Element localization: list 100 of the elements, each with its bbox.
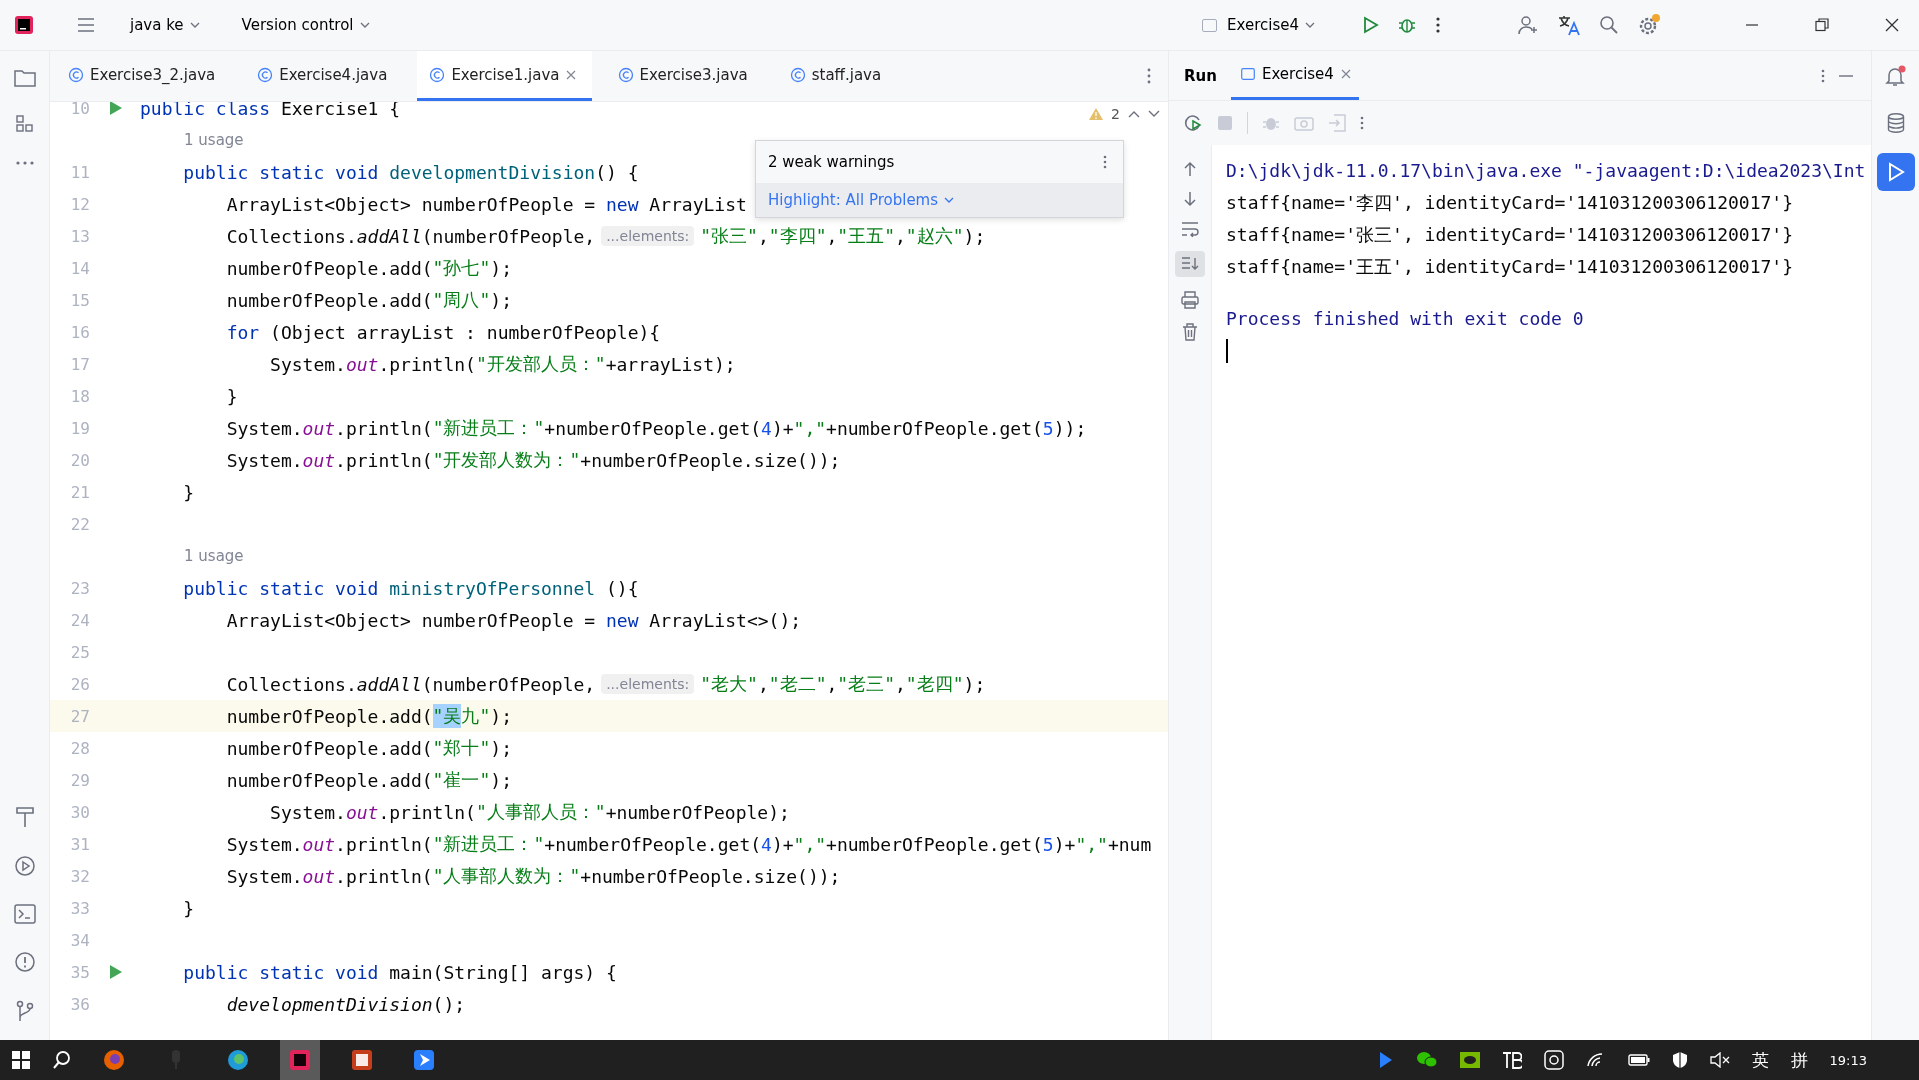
tray-app-icon[interactable] <box>1501 1051 1522 1069</box>
gpu-app-icon[interactable] <box>1459 1052 1480 1068</box>
chat-app-icon[interactable] <box>1415 1051 1438 1069</box>
trash-icon[interactable] <box>1182 323 1198 341</box>
line-number: 24 <box>69 610 90 630</box>
code-text: .println( <box>335 833 433 855</box>
code-text: .println( <box>335 449 433 471</box>
line-number: 29 <box>69 770 90 790</box>
arrow-down-icon[interactable] <box>1183 191 1197 207</box>
database-icon[interactable] <box>1886 113 1905 133</box>
code-text: } <box>182 481 195 503</box>
structure-icon[interactable] <box>14 114 35 134</box>
line-number: 11 <box>69 162 90 182</box>
app-icon <box>289 1049 311 1071</box>
run-icon[interactable] <box>13 855 36 877</box>
code-text: +numberOfPeople.size()); <box>580 865 841 887</box>
windows-start-icon[interactable] <box>12 1051 30 1069</box>
class-icon <box>429 66 446 83</box>
bluetooth-app-icon[interactable] <box>1377 1051 1394 1069</box>
editor-tab[interactable]: staff.java <box>777 51 898 101</box>
string-literal: "," <box>793 833 827 855</box>
editor-tab[interactable]: Exercise4.java <box>245 51 404 101</box>
code-text: ); <box>490 289 512 311</box>
code-text: , <box>757 673 769 695</box>
line-number: 28 <box>69 738 90 758</box>
warning-count[interactable]: 2 <box>1111 106 1120 122</box>
number-literal: 5 <box>1042 833 1054 855</box>
branch-icon[interactable] <box>14 1000 35 1022</box>
code-text: .println( <box>335 865 433 887</box>
clock[interactable]: 19:13 <box>1829 1052 1867 1068</box>
version-control-dropdown[interactable]: Version control <box>233 12 378 38</box>
tray-app-icon[interactable] <box>1543 1050 1564 1070</box>
chevron-down-icon[interactable] <box>1148 110 1160 118</box>
terminal-icon[interactable] <box>13 904 36 924</box>
input-method-indicator[interactable]: 拼 <box>1790 1048 1808 1072</box>
code-text: +numberOfPeople.get( <box>826 417 1043 439</box>
battery-icon[interactable] <box>1627 1054 1650 1066</box>
chevron-up-icon[interactable] <box>1128 110 1140 118</box>
scroll-to-end-button[interactable] <box>1175 251 1205 277</box>
minimize-icon[interactable] <box>1839 74 1853 77</box>
code-text: System. <box>225 865 303 887</box>
run-icon[interactable] <box>108 965 122 979</box>
usage-hint[interactable]: 1 usage <box>184 131 244 149</box>
notification-bell-icon[interactable] <box>1884 65 1907 87</box>
chevron-down-icon <box>1305 22 1315 28</box>
class-icon <box>617 66 634 83</box>
tab-label: Exercise4 <box>1261 65 1334 83</box>
editor-tab[interactable]: Exercise3_2.java <box>56 51 232 101</box>
method-name: ministryOfPersonnel <box>389 577 596 599</box>
code-text: ); <box>490 769 512 791</box>
code-text: , <box>895 673 906 695</box>
run-icon[interactable] <box>1361 16 1379 34</box>
translate-icon[interactable] <box>1557 14 1581 36</box>
popup-title: 2 weak warnings <box>768 153 895 171</box>
close-icon[interactable] <box>1885 18 1899 32</box>
app-logo-icon[interactable] <box>14 15 34 35</box>
line-number: 19 <box>69 418 90 438</box>
arrow-up-icon[interactable] <box>1183 161 1197 177</box>
folder-icon[interactable] <box>13 69 36 87</box>
line-number: 23 <box>69 578 90 598</box>
string-literal: "开发部人数为：" <box>432 448 581 472</box>
project-dropdown[interactable]: java ke <box>122 12 208 38</box>
search-icon[interactable] <box>52 1050 72 1070</box>
code-text: , <box>826 225 838 247</box>
code-text: ); <box>490 737 512 759</box>
rerun-icon[interactable] <box>1183 113 1203 133</box>
more-icon[interactable] <box>1435 16 1441 34</box>
menu-icon[interactable] <box>76 17 96 33</box>
string-literal: "孙七" <box>432 256 491 280</box>
print-icon[interactable] <box>1181 291 1199 309</box>
muted-speaker-icon[interactable] <box>1709 1052 1730 1068</box>
code-text: System. <box>225 449 303 471</box>
string-literal: "张三" <box>700 224 758 248</box>
run-configuration-dropdown[interactable]: Exercise4 <box>1194 12 1323 38</box>
selected-text: "吴 <box>432 704 462 728</box>
restore-icon[interactable] <box>1815 18 1829 32</box>
soft-wrap-icon[interactable] <box>1181 221 1199 237</box>
code-text: , <box>895 225 906 247</box>
number-literal: 5 <box>1042 417 1054 439</box>
problems-icon[interactable] <box>13 951 36 973</box>
add-user-icon[interactable] <box>1517 15 1539 35</box>
run-tool-button[interactable] <box>1876 153 1915 191</box>
editor-tab[interactable]: Exercise1.java <box>417 51 592 101</box>
input-method-indicator[interactable]: 英 <box>1751 1048 1769 1072</box>
class-icon <box>68 66 84 83</box>
usage-hint[interactable]: 1 usage <box>184 547 244 565</box>
line-number: 17 <box>69 354 90 374</box>
editor-tab[interactable]: Exercise3.java <box>605 51 764 101</box>
line-number: 34 <box>69 930 90 950</box>
console-line: staff{name='王五', identityCard='141031200306120017'} <box>1226 255 1794 279</box>
code-text: +numberOfPeople); <box>605 801 790 823</box>
code-text: )+ <box>1053 833 1076 855</box>
shield-icon[interactable] <box>1671 1051 1688 1069</box>
string-literal: "王五" <box>837 224 895 248</box>
string-literal: "李四" <box>768 224 827 248</box>
hammer-icon[interactable] <box>14 806 35 828</box>
chevron-down-icon[interactable] <box>944 197 955 203</box>
code-text: )); <box>1053 417 1087 439</box>
settings-icon[interactable] <box>1637 13 1661 37</box>
code-text: numberOfPeople.add( <box>225 769 433 791</box>
